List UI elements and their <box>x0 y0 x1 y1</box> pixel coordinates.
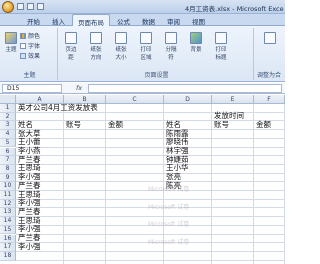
header-amount-right: 金额 <box>256 119 271 129</box>
ribbon-tabs: 开始 插入 页面布局 公式 数据 审阅 视图 <box>0 14 285 27</box>
row-header-17[interactable]: 17 <box>0 243 16 252</box>
breaks-button[interactable]: 分隔符 <box>163 32 179 61</box>
row-gridline <box>16 233 285 235</box>
tab-review[interactable]: 审阅 <box>162 14 185 26</box>
quick-access-toolbar <box>17 3 44 10</box>
row-gridline <box>16 181 285 183</box>
header-account-left: 账号 <box>66 119 81 129</box>
background-icon <box>190 32 202 44</box>
print-area-icon <box>140 32 152 44</box>
scale-to-fit-group: 调整为合 <box>256 28 285 80</box>
row-header-12[interactable]: 12 <box>0 199 16 209</box>
row-header-8[interactable]: 8 <box>0 164 16 174</box>
spreadsheet-grid: ABCDEF 1 2 3 4 5 6 7 8 9 10 11 12 13 14 15 16 17 18 英才公司4… <box>0 95 285 264</box>
row-gridline <box>16 120 285 122</box>
tab-view[interactable]: 视图 <box>187 14 210 26</box>
undo-icon[interactable] <box>27 3 34 10</box>
row-header-5[interactable]: 5 <box>0 138 16 148</box>
orientation-button[interactable]: 纸张方向 <box>88 32 104 61</box>
row-gridline <box>16 172 285 174</box>
row-gridline <box>16 129 285 131</box>
row-header-6[interactable]: 6 <box>0 147 16 157</box>
effects-button[interactable]: 效果 <box>20 51 40 60</box>
row-gridline <box>16 250 285 252</box>
themes-button[interactable]: 主题 <box>3 32 19 53</box>
column-header-c[interactable]: C <box>106 95 164 104</box>
column-header-e[interactable]: E <box>212 95 254 104</box>
page-setup-group-label: 页面设置 <box>144 72 169 79</box>
row-gridline <box>16 155 285 157</box>
print-area-button[interactable]: 打印区域 <box>138 32 154 61</box>
print-titles-icon <box>215 32 227 44</box>
office-button[interactable] <box>2 1 14 13</box>
name-cell-a: 李小强 <box>18 241 41 251</box>
tab-data[interactable]: 数据 <box>137 14 160 26</box>
page-setup-group: 页边距 纸张方向 纸张大小 打印区域 分隔符 背景 打印标题 页面设置 <box>60 28 254 80</box>
column-header-d[interactable]: D <box>164 95 212 104</box>
orientation-icon <box>90 32 102 44</box>
tab-formulas[interactable]: 公式 <box>112 14 135 26</box>
row-header-13[interactable]: 13 <box>0 208 16 218</box>
size-icon <box>115 32 127 44</box>
row-header-4[interactable]: 4 <box>0 130 16 139</box>
watermark: Microsoft 试卷 <box>148 203 190 211</box>
window-title: 4月工资表.xlsx - Microsoft Exce <box>185 5 284 13</box>
fonts-icon <box>20 42 26 49</box>
size-button[interactable]: 纸张大小 <box>113 32 129 61</box>
colors-icon <box>20 32 26 39</box>
row-header-15[interactable]: 15 <box>0 225 16 235</box>
row-header-14[interactable]: 14 <box>0 217 16 226</box>
effects-icon <box>20 52 26 59</box>
row-gridline <box>16 259 285 261</box>
row-header-11[interactable]: 11 <box>0 191 16 200</box>
fonts-button[interactable]: 字体 <box>20 41 40 50</box>
row-header-7[interactable]: 7 <box>0 156 16 165</box>
background-button[interactable]: 背景 <box>188 32 204 53</box>
margins-button[interactable]: 页边距 <box>63 32 79 61</box>
margins-icon <box>65 32 77 44</box>
watermark: Microsoft 试卷 <box>148 238 190 246</box>
watermark: Microsoft 试卷 <box>148 221 190 229</box>
column-header-f[interactable]: F <box>254 95 285 104</box>
row-header-10[interactable]: 10 <box>0 182 16 191</box>
formula-input[interactable] <box>88 84 282 93</box>
scale-to-fit-label: 调整为合 <box>257 72 282 79</box>
print-titles-button[interactable]: 打印标题 <box>213 32 229 61</box>
sheet-title: 英才公司4月工资发放表 <box>18 102 98 112</box>
row-header-18[interactable]: 18 <box>0 251 16 261</box>
fx-icon[interactable]: fx <box>76 84 82 92</box>
row-gridline <box>16 198 285 200</box>
themes-group-label: 主题 <box>23 72 36 79</box>
row-header-16[interactable]: 16 <box>0 234 16 244</box>
watermark: Microsoft 试卷 <box>148 186 190 194</box>
breaks-icon <box>165 32 177 44</box>
header-account-right: 账号 <box>214 119 229 129</box>
tab-home[interactable]: 开始 <box>22 14 45 26</box>
row-gridline <box>16 146 285 148</box>
select-all-corner[interactable] <box>0 95 16 104</box>
row-header-1[interactable]: 1 <box>0 104 16 113</box>
ribbon: 主题 颜色 字体 效果 主题 页边距 纸张方向 纸张大小 打印区域 分隔符 背景… <box>0 26 285 82</box>
tab-insert[interactable]: 插入 <box>47 14 70 26</box>
cell-area[interactable]: 英才公司4月工资发放表 发放时间 姓名 账号 金额 姓名 账号 金额 张大草 王小蕾 李小燕 严兰春王… <box>16 102 285 264</box>
themes-icon <box>5 32 17 44</box>
header-amount-left: 金额 <box>108 119 123 129</box>
row-gridline <box>16 137 285 139</box>
scale-to-fit-icon[interactable] <box>262 32 278 45</box>
row-gridline <box>16 216 285 218</box>
row-header-9[interactable]: 9 <box>0 173 16 183</box>
save-icon[interactable] <box>17 3 24 10</box>
row-gridline <box>16 163 285 165</box>
tab-page-layout[interactable]: 页面布局 <box>72 14 110 27</box>
colors-button[interactable]: 颜色 <box>20 31 40 40</box>
row-header-3[interactable]: 3 <box>0 121 16 131</box>
title-bar: 4月工资表.xlsx - Microsoft Exce <box>0 0 285 14</box>
themes-group: 主题 颜色 字体 效果 主题 <box>2 28 58 80</box>
formula-bar: D15 fx <box>0 83 285 94</box>
row-header-2[interactable]: 2 <box>0 112 16 122</box>
redo-icon[interactable] <box>37 3 44 10</box>
column-gridline <box>284 104 285 264</box>
name-box[interactable]: D15 <box>2 84 62 93</box>
